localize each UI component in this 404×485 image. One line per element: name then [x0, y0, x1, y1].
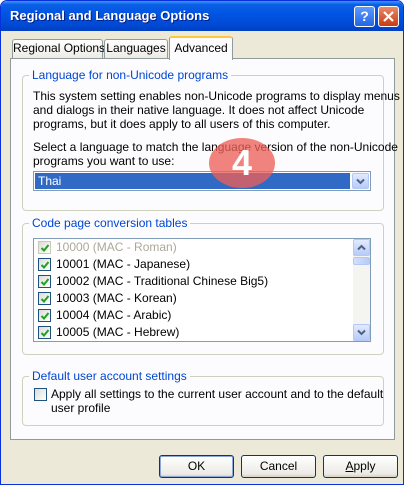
- list-item-label: 10005 (MAC - Hebrew): [56, 325, 180, 339]
- list-item[interactable]: 10005 (MAC - Hebrew): [34, 324, 370, 341]
- list-scrollbar[interactable]: [353, 239, 370, 341]
- tab-advanced[interactable]: Advanced: [169, 36, 233, 60]
- checkbox[interactable]: [38, 326, 51, 339]
- checkmark-icon: [40, 295, 50, 303]
- checkmark-icon: [40, 278, 50, 286]
- checkbox[interactable]: [38, 309, 51, 322]
- chevron-up-icon: [357, 244, 366, 251]
- language-select[interactable]: Thai: [33, 171, 371, 191]
- title-bar[interactable]: Regional and Language Options ?: [1, 1, 403, 31]
- checkmark-icon: [40, 244, 50, 252]
- scroll-up-button[interactable]: [353, 239, 370, 256]
- chevron-down-icon: [356, 178, 365, 185]
- description-line: This system setting enables non-Unicode …: [33, 89, 400, 103]
- close-icon: [383, 11, 394, 22]
- checkbox[interactable]: [38, 292, 51, 305]
- code-page-group-title: Code page conversion tables: [29, 216, 191, 230]
- window-title: Regional and Language Options: [10, 8, 210, 23]
- description-line: programs, but it does apply to all users…: [33, 117, 331, 131]
- apply-button-label: pply: [353, 459, 376, 473]
- list-item[interactable]: 10001 (MAC - Japanese): [34, 256, 370, 273]
- list-item-label: 10002 (MAC - Traditional Chinese Big5): [56, 274, 269, 288]
- tab-regional-options[interactable]: Regional Options: [12, 39, 105, 58]
- dialog-window: Regional and Language Options ? Regional…: [0, 0, 404, 485]
- cancel-button[interactable]: Cancel: [241, 455, 316, 478]
- checkbox-label-line: user profile: [51, 401, 111, 415]
- non-unicode-description: This system setting enables non-Unicode …: [33, 89, 400, 131]
- checkbox[interactable]: [38, 258, 51, 271]
- checkbox-label-line: Apply all settings to the current user a…: [51, 387, 384, 401]
- question-mark-icon: ?: [360, 8, 369, 24]
- checkmark-icon: [40, 329, 50, 337]
- list-item[interactable]: 10003 (MAC - Korean): [34, 290, 370, 307]
- apply-button[interactable]: Apply: [323, 455, 398, 478]
- code-page-list[interactable]: 10000 (MAC - Roman) 10001 (MAC - Japanes…: [33, 238, 371, 342]
- checkbox[interactable]: [38, 241, 51, 254]
- list-item-label: 10001 (MAC - Japanese): [56, 257, 191, 271]
- dropdown-button[interactable]: [352, 173, 369, 189]
- language-select-value: Thai: [35, 173, 350, 189]
- list-item[interactable]: 10000 (MAC - Roman): [34, 239, 370, 256]
- scroll-down-button[interactable]: [353, 324, 370, 341]
- apply-default-user-label: Apply all settings to the current user a…: [51, 387, 383, 415]
- help-button[interactable]: ?: [354, 6, 375, 27]
- list-item-label: 10003 (MAC - Korean): [56, 291, 177, 305]
- checkbox[interactable]: [38, 275, 51, 288]
- scroll-thumb[interactable]: [353, 257, 370, 265]
- checkmark-icon: [40, 261, 50, 269]
- default-user-group-title: Default user account settings: [29, 369, 190, 383]
- close-button[interactable]: [378, 6, 399, 27]
- step-number-badge: 4: [209, 138, 275, 188]
- description-line: and dialogs in their native language. It…: [33, 103, 365, 117]
- list-item[interactable]: 10004 (MAC - Arabic): [34, 307, 370, 324]
- list-item-label: 10004 (MAC - Arabic): [56, 308, 172, 322]
- apply-accelerator: A: [345, 459, 354, 473]
- list-item-label: 10000 (MAC - Roman): [56, 240, 177, 254]
- tab-languages[interactable]: Languages: [104, 39, 168, 58]
- chevron-down-icon: [357, 329, 366, 336]
- checkmark-icon: [40, 312, 50, 320]
- list-item[interactable]: 10002 (MAC - Traditional Chinese Big5): [34, 273, 370, 290]
- apply-default-user-checkbox[interactable]: [34, 388, 47, 401]
- non-unicode-group-title: Language for non-Unicode programs: [29, 68, 232, 82]
- ok-button[interactable]: OK: [159, 455, 234, 478]
